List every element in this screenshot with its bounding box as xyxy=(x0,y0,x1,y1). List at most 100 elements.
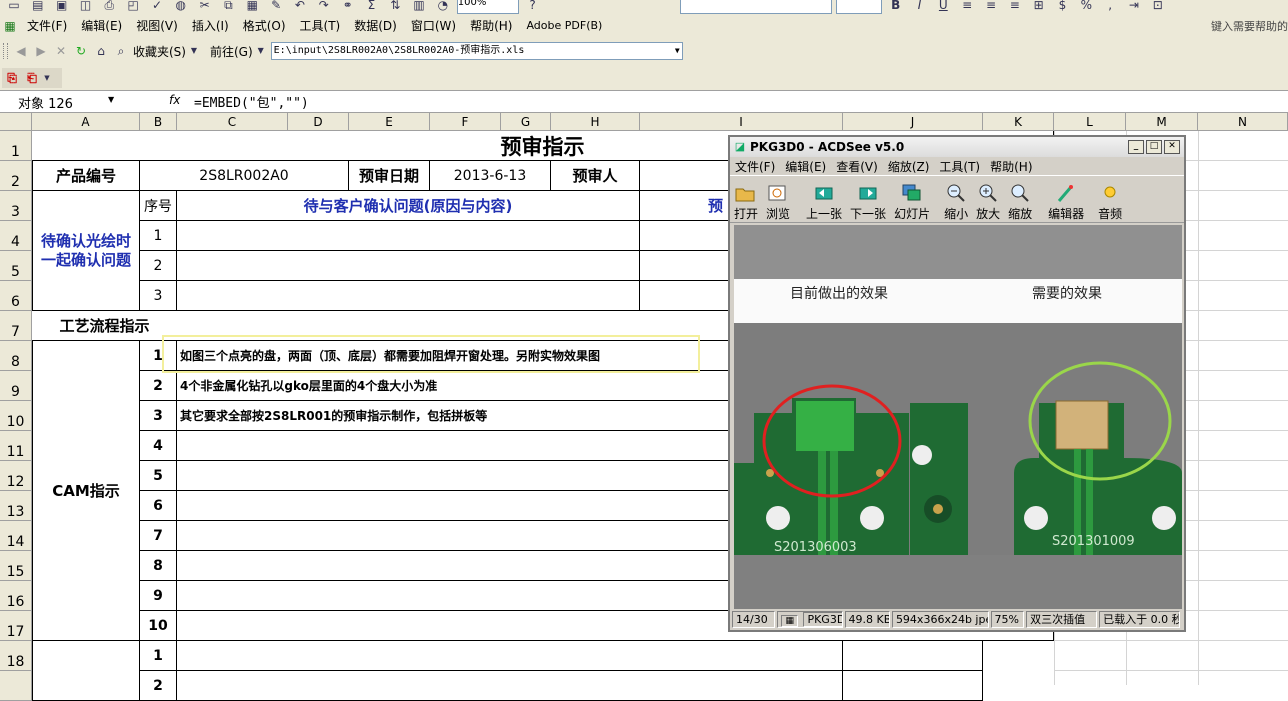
column-header-f[interactable]: F xyxy=(430,113,501,131)
reviewer-label[interactable]: 预审人 xyxy=(551,161,640,191)
previous-button[interactable]: 上一张 xyxy=(794,178,846,222)
menu-edit[interactable]: 编辑(E) xyxy=(74,17,129,35)
favorites-button[interactable]: 收藏夹(S) xyxy=(131,43,188,60)
zoom-out-button[interactable]: 缩小 xyxy=(934,178,972,222)
acdsee-menu-tools[interactable]: 工具(T) xyxy=(934,158,985,175)
zoom-button[interactable]: 缩放 xyxy=(1004,178,1036,222)
process-flow-label[interactable]: 工艺流程指示 xyxy=(32,311,177,341)
row-header-10[interactable]: 10 xyxy=(0,401,32,431)
help-search-box[interactable]: 键入需要帮助的 xyxy=(1211,18,1288,34)
confirm-issue-2[interactable] xyxy=(177,251,640,281)
menu-format[interactable]: 格式(O) xyxy=(236,17,293,35)
audio-button[interactable]: 音频 xyxy=(1088,178,1126,222)
font-size-select[interactable] xyxy=(835,0,882,14)
preview-icon[interactable]: ◰ xyxy=(125,0,141,13)
editor-button[interactable]: 编辑器 xyxy=(1036,178,1088,222)
column-header-h[interactable]: H xyxy=(551,113,640,131)
acdsee-titlebar[interactable]: ◪ PKG3D0 - ACDSee v5.0 _ □ ✕ xyxy=(730,137,1184,157)
cam-num-5[interactable]: 5 xyxy=(140,461,177,491)
menu-adobe-pdf[interactable]: Adobe PDF(B) xyxy=(519,17,609,35)
menu-insert[interactable]: 插入(I) xyxy=(185,17,236,35)
row-header-11[interactable]: 11 xyxy=(0,431,32,461)
goto-button[interactable]: 前往(G) xyxy=(200,43,255,60)
sort-asc-icon[interactable]: ⇅ xyxy=(387,0,403,13)
research-icon[interactable]: ◍ xyxy=(173,0,189,13)
cam-num-6[interactable]: 6 xyxy=(140,491,177,521)
zoom-in-button[interactable]: 放大 xyxy=(972,178,1004,222)
home-icon[interactable]: ⌂ xyxy=(93,43,109,59)
column-header-a[interactable]: A xyxy=(32,113,140,131)
row-header-14[interactable]: 14 xyxy=(0,521,32,551)
row-header-4[interactable]: 4 xyxy=(0,221,32,251)
hyperlink-icon[interactable]: ⚭ xyxy=(340,0,356,13)
pdf-convert-mail-icon[interactable]: ⎗ xyxy=(24,70,40,86)
row18-extra[interactable] xyxy=(843,641,983,671)
row-header-17[interactable]: 17 xyxy=(0,611,32,641)
chevron-down-icon[interactable]: ▼ xyxy=(257,43,265,59)
column-header-i[interactable]: I xyxy=(640,113,843,131)
row19-num[interactable]: 2 xyxy=(140,671,177,701)
row-header-19[interactable] xyxy=(0,671,32,701)
cam-num-9[interactable]: 9 xyxy=(140,581,177,611)
copy-icon[interactable]: ⧉ xyxy=(220,0,236,13)
row-header-5[interactable]: 5 xyxy=(0,251,32,281)
menu-file[interactable]: 文件(F) xyxy=(20,17,74,35)
row18-label[interactable] xyxy=(32,641,140,701)
underline-icon[interactable]: U xyxy=(935,0,951,13)
open-icon[interactable]: ▤ xyxy=(30,0,46,13)
indent-icon[interactable]: ⇥ xyxy=(1126,0,1142,13)
back-icon[interactable]: ◀ xyxy=(13,43,29,59)
permission-icon[interactable]: ◫ xyxy=(77,0,93,13)
autosum-icon[interactable]: Σ xyxy=(363,0,379,13)
comma-icon[interactable]: , xyxy=(1102,0,1118,13)
search-web-icon[interactable]: ⌕ xyxy=(113,43,129,59)
spell-icon[interactable]: ✓ xyxy=(149,0,165,13)
refresh-icon[interactable]: ↻ xyxy=(73,43,89,59)
row19-extra[interactable] xyxy=(843,671,983,701)
address-field[interactable]: E:\input\2S8LR002A0\2S8LR002A0-预审指示.xls … xyxy=(270,42,683,60)
seq-header[interactable]: 序号 xyxy=(140,191,177,221)
chevron-down-icon[interactable]: ▼ xyxy=(675,43,680,59)
print-icon[interactable]: ⎙ xyxy=(101,0,117,13)
acdsee-menu-edit[interactable]: 编辑(E) xyxy=(780,158,831,175)
row-header-6[interactable]: 6 xyxy=(0,281,32,311)
column-header-g[interactable]: G xyxy=(501,113,551,131)
row-header-15[interactable]: 15 xyxy=(0,551,32,581)
confirm-issue-3[interactable] xyxy=(177,281,640,311)
cut-icon[interactable]: ✂ xyxy=(197,0,213,13)
align-center-icon[interactable]: ≡ xyxy=(983,0,999,13)
issue-header[interactable]: 待与客户确认问题(原因与内容) xyxy=(177,191,640,221)
cam-num-4[interactable]: 4 xyxy=(140,431,177,461)
toolbar-grip[interactable] xyxy=(3,43,8,59)
column-header-e[interactable]: E xyxy=(349,113,430,131)
slideshow-button[interactable]: 幻灯片 xyxy=(890,178,934,222)
select-all-corner[interactable] xyxy=(0,113,32,131)
format-painter-icon[interactable]: ✎ xyxy=(268,0,284,13)
undo-icon[interactable]: ↶ xyxy=(292,0,308,13)
menu-tools[interactable]: 工具(T) xyxy=(293,17,348,35)
stop-icon[interactable]: ✕ xyxy=(53,43,69,59)
drawing-icon[interactable]: ◔ xyxy=(435,0,451,13)
row19-value[interactable] xyxy=(177,671,843,701)
chevron-down-icon[interactable]: ▼ xyxy=(108,95,114,104)
align-right-icon[interactable]: ≡ xyxy=(1007,0,1023,13)
cam-num-7[interactable]: 7 xyxy=(140,521,177,551)
percent-icon[interactable]: % xyxy=(1078,0,1094,13)
confirm-num-2[interactable]: 2 xyxy=(140,251,177,281)
acdsee-menu-zoom[interactable]: 缩放(Z) xyxy=(883,158,935,175)
row-header-12[interactable]: 12 xyxy=(0,461,32,491)
help-icon[interactable]: ? xyxy=(525,0,541,13)
chart-icon[interactable]: ▥ xyxy=(411,0,427,13)
forward-icon[interactable]: ▶ xyxy=(33,43,49,59)
bold-icon[interactable]: B xyxy=(888,0,904,13)
row-header-8[interactable]: 8 xyxy=(0,341,32,371)
confirm-num-3[interactable]: 3 xyxy=(140,281,177,311)
borders-icon[interactable]: ⊡ xyxy=(1150,0,1166,13)
acdsee-menu-help[interactable]: 帮助(H) xyxy=(985,158,1037,175)
column-header-n[interactable]: N xyxy=(1198,113,1288,131)
row-header-9[interactable]: 9 xyxy=(0,371,32,401)
embedded-object-selection[interactable] xyxy=(162,335,700,373)
menu-view[interactable]: 视图(V) xyxy=(129,17,185,35)
cam-num-2[interactable]: 2 xyxy=(140,371,177,401)
row-header-13[interactable]: 13 xyxy=(0,491,32,521)
